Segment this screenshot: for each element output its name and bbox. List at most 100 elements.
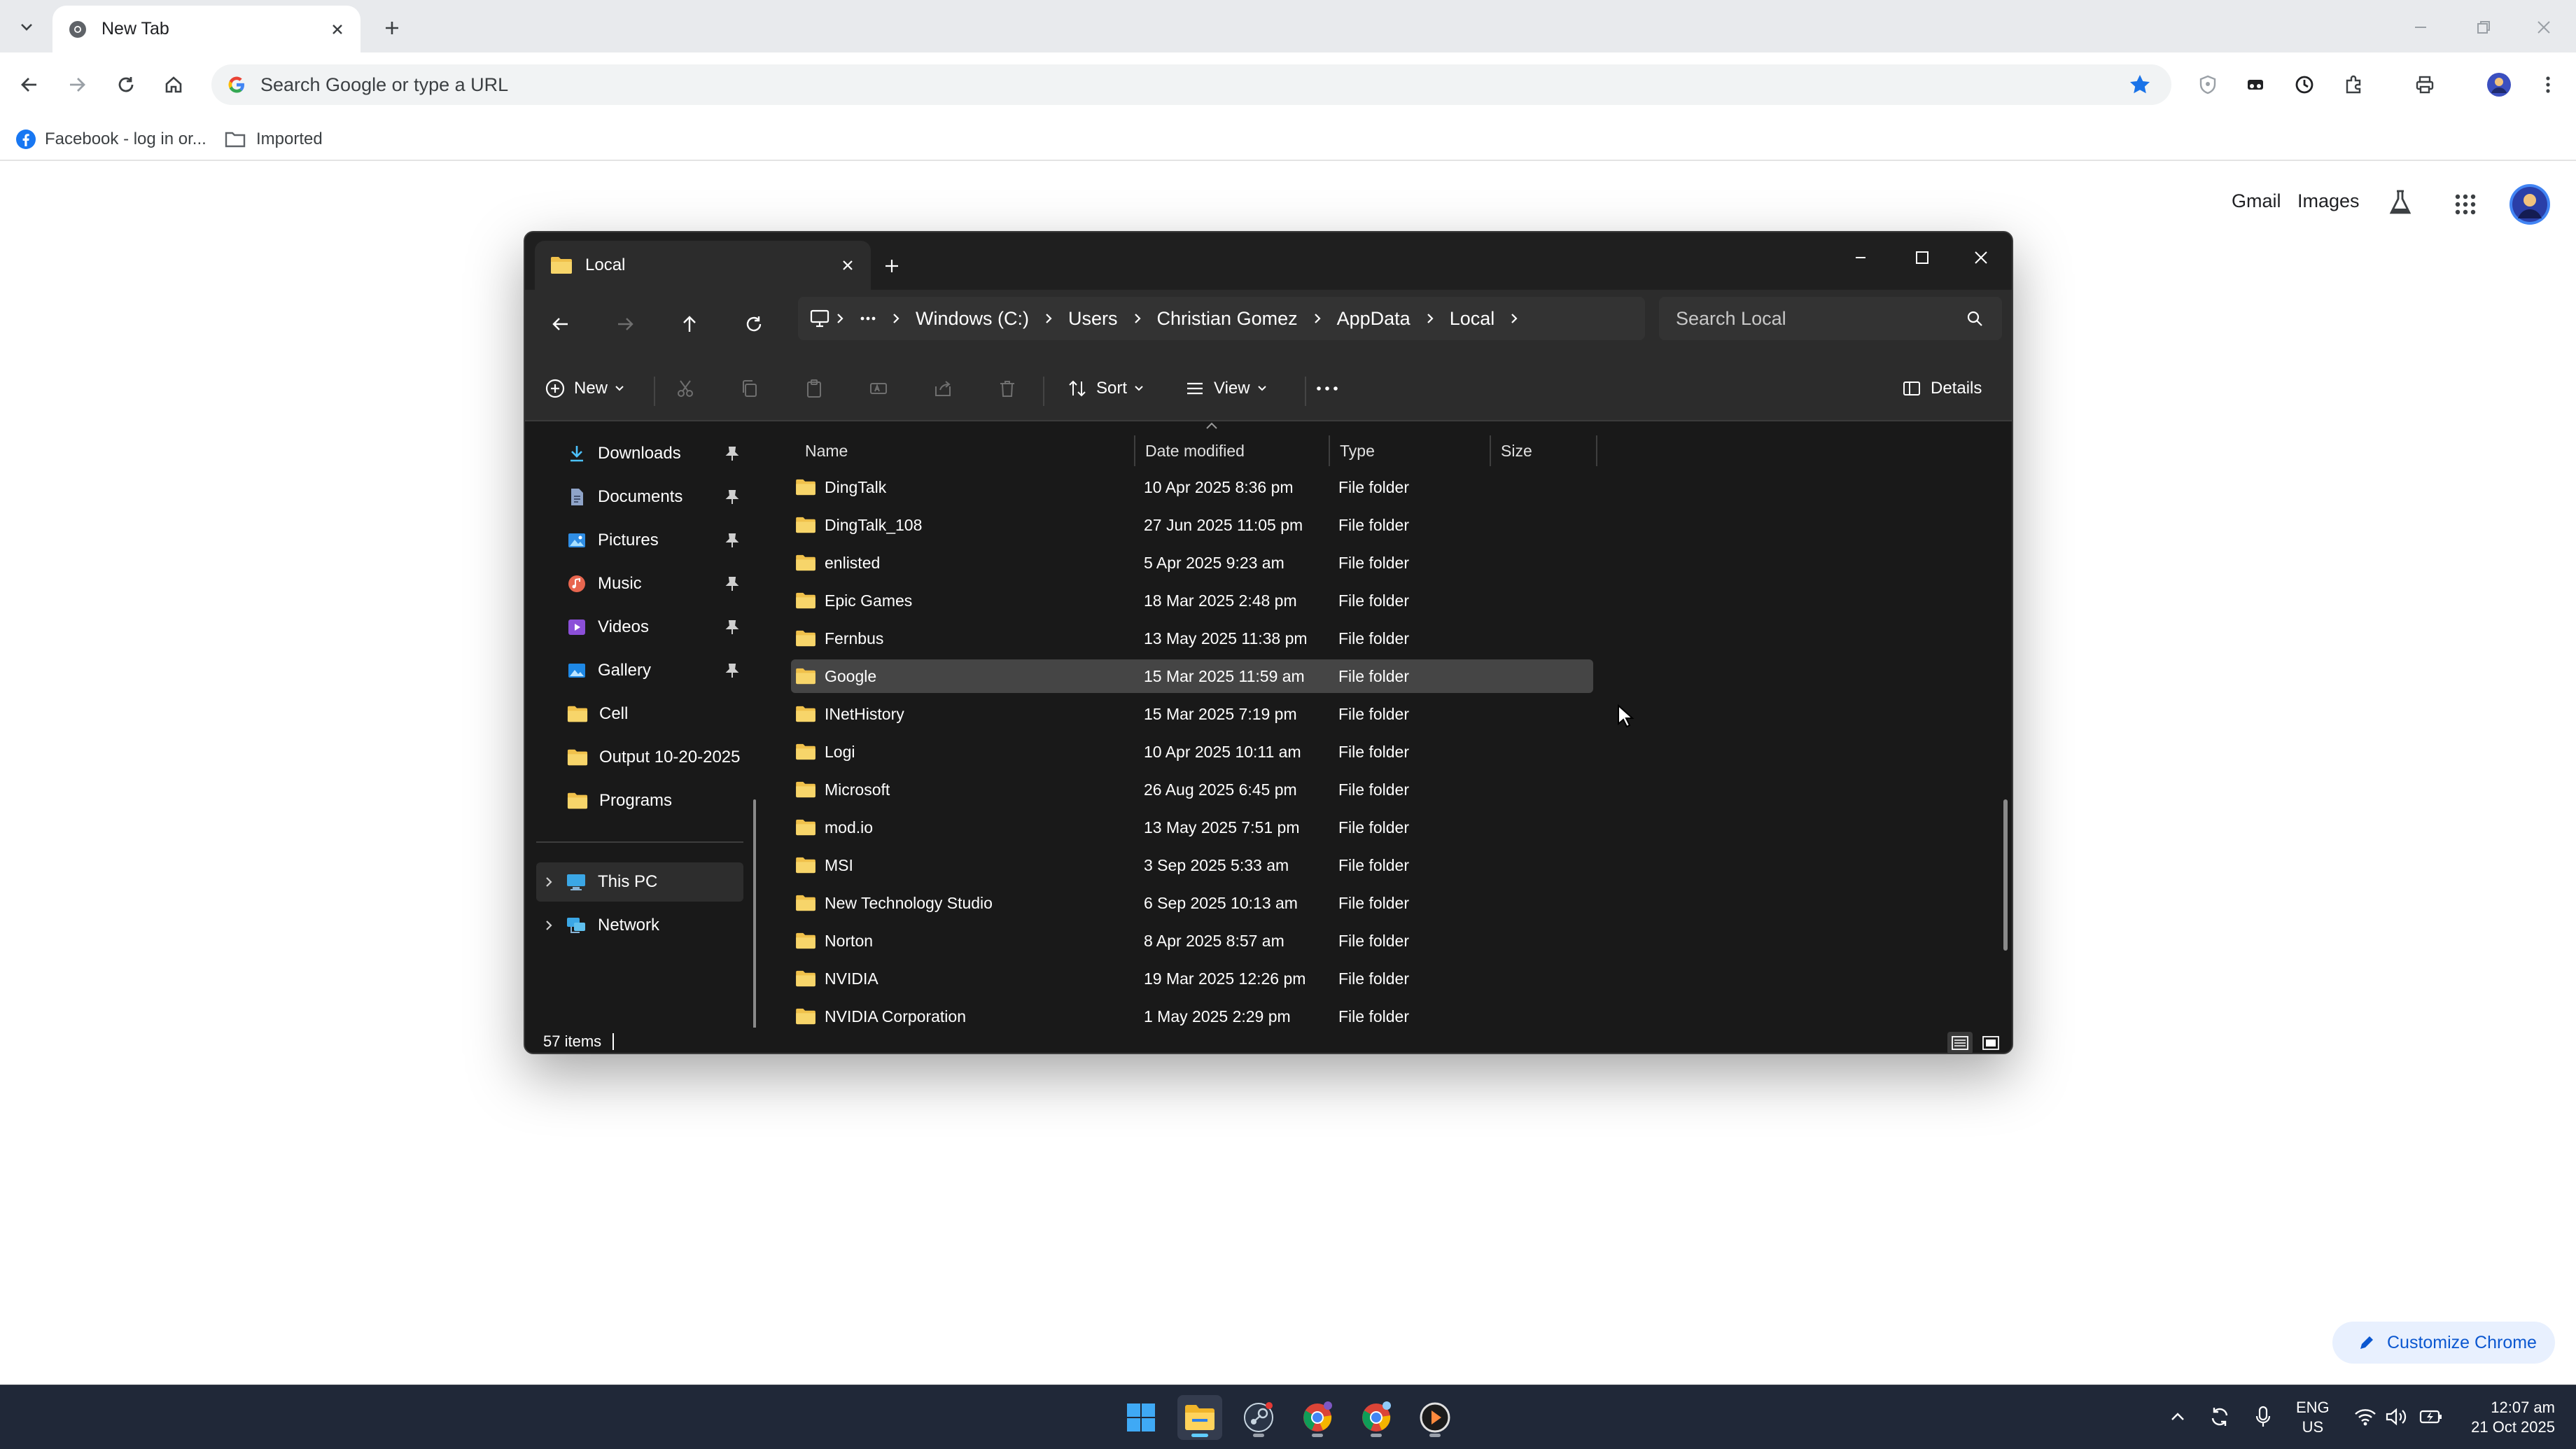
start-button[interactable] (1119, 1395, 1163, 1440)
back-button[interactable] (13, 68, 46, 102)
home-button[interactable] (157, 68, 190, 102)
battery-tray-icon[interactable] (2414, 1399, 2449, 1434)
explorer-back-button[interactable] (543, 307, 578, 342)
breadcrumb-appdata[interactable]: AppData (1327, 308, 1420, 330)
sort-button[interactable]: Sort (1067, 371, 1144, 406)
file-row[interactable]: New Technology Studio 6 Sep 2025 10:13 a… (791, 886, 1593, 920)
tab-search-button[interactable] (10, 13, 43, 41)
new-button[interactable]: New (545, 371, 624, 406)
explorer-up-button[interactable] (672, 307, 707, 342)
minimize-button[interactable] (2400, 13, 2442, 42)
bookmark-star-icon[interactable] (2128, 73, 2152, 97)
explorer-tab-local[interactable]: Local (535, 241, 871, 290)
close-tab-icon[interactable] (840, 258, 855, 273)
file-row[interactable]: Logi 10 Apr 2025 10:11 am File folder (791, 735, 1593, 769)
bookmark-folder-imported[interactable]: Imported (224, 125, 323, 153)
images-link[interactable]: Images (2297, 190, 2360, 212)
breadcrumb-user[interactable]: Christian Gomez (1147, 308, 1308, 330)
restore-button[interactable] (2463, 13, 2505, 42)
cut-button[interactable] (675, 371, 696, 406)
close-window-button[interactable] (2523, 13, 2565, 42)
pin-icon[interactable] (725, 446, 739, 461)
sidebar-item-downloads[interactable]: Downloads (536, 434, 743, 473)
breadcrumb-overflow[interactable] (850, 315, 886, 322)
file-row[interactable]: NVIDIA 19 Mar 2025 12:26 pm File folder (791, 962, 1593, 995)
explorer-minimize-button[interactable] (1833, 237, 1889, 279)
file-row[interactable]: DingTalk 10 Apr 2025 8:36 pm File folder (791, 470, 1593, 504)
sync-tray-icon[interactable] (2202, 1399, 2237, 1434)
file-row[interactable]: Fernbus 13 May 2025 11:38 pm File folder (791, 622, 1593, 655)
delete-button[interactable] (997, 371, 1018, 406)
extension-history-button[interactable] (2288, 68, 2321, 102)
chevron-right-icon[interactable] (543, 918, 554, 932)
taskbar-chrome-profile[interactable] (1354, 1395, 1399, 1440)
view-button[interactable]: View (1184, 371, 1267, 406)
pin-icon[interactable] (725, 620, 739, 635)
labs-flask-icon[interactable] (2388, 189, 2412, 216)
share-button[interactable] (932, 371, 953, 406)
sidebar-item-pictures[interactable]: Pictures (536, 521, 743, 560)
explorer-close-button[interactable] (1953, 237, 2009, 279)
apps-grid-icon[interactable] (2454, 193, 2477, 216)
sidebar-item-output[interactable]: Output 10-20-2025 (536, 738, 743, 777)
explorer-refresh-button[interactable] (736, 307, 771, 342)
taskbar-media-player[interactable] (1413, 1395, 1457, 1440)
taskbar-chrome[interactable] (1295, 1395, 1340, 1440)
customize-chrome-button[interactable]: Customize Chrome (2332, 1322, 2555, 1364)
extensions-button[interactable] (2337, 68, 2370, 102)
sidebar-item-gallery[interactable]: Gallery (536, 651, 743, 690)
profile-avatar-button[interactable] (2482, 68, 2516, 102)
print-button[interactable] (2408, 68, 2442, 102)
file-row[interactable]: Norton 8 Apr 2025 8:57 am File folder (791, 924, 1593, 958)
system-clock[interactable]: 12:07 am 21 Oct 2025 (2457, 1398, 2555, 1437)
pin-icon[interactable] (725, 576, 739, 592)
file-row[interactable]: Microsoft 26 Aug 2025 6:45 pm File folde… (791, 773, 1593, 806)
column-header-size[interactable]: Size (1494, 435, 1592, 466)
forward-button[interactable] (60, 68, 94, 102)
gmail-link[interactable]: Gmail (2232, 190, 2281, 212)
breadcrumb-local[interactable]: Local (1440, 308, 1505, 330)
column-separator[interactable] (1596, 435, 1597, 466)
taskbar-steam[interactable] (1236, 1395, 1281, 1440)
pin-icon[interactable] (725, 533, 739, 548)
sidebar-item-this-pc[interactable]: This PC (536, 862, 743, 902)
file-row[interactable]: INetHistory 15 Mar 2025 7:19 pm File fol… (791, 697, 1593, 731)
chevron-right-icon[interactable] (543, 875, 554, 889)
breadcrumb-users[interactable]: Users (1058, 308, 1128, 330)
microphone-tray-icon[interactable] (2246, 1399, 2281, 1434)
column-separator[interactable] (1329, 435, 1330, 466)
sidebar-item-cell[interactable]: Cell (536, 694, 743, 734)
column-header-type[interactable]: Type (1333, 435, 1487, 466)
volume-tray-icon[interactable] (2379, 1399, 2414, 1434)
tab-new-tab[interactable]: New Tab (52, 6, 360, 52)
show-hidden-icons-button[interactable] (2160, 1399, 2195, 1434)
close-tab-icon[interactable] (330, 22, 345, 37)
breadcrumb-windows-c[interactable]: Windows (C:) (906, 308, 1039, 330)
file-row[interactable]: MSI 3 Sep 2025 5:33 am File folder (791, 848, 1593, 882)
extension-incognito-button[interactable] (2239, 68, 2272, 102)
sidebar-item-network[interactable]: Network (536, 906, 743, 945)
copy-button[interactable] (739, 371, 760, 406)
rename-button[interactable] (868, 371, 889, 406)
taskbar-file-explorer[interactable] (1177, 1395, 1222, 1440)
column-header-date[interactable]: Date modified (1138, 435, 1327, 466)
bookmark-facebook[interactable]: Facebook - log in or... (15, 125, 206, 153)
tiles-view-toggle[interactable] (1978, 1032, 2003, 1053)
explorer-search-box[interactable]: Search Local (1659, 297, 2002, 340)
reload-button[interactable] (109, 68, 143, 102)
pin-icon[interactable] (725, 663, 739, 678)
google-account-avatar-icon[interactable] (2509, 183, 2551, 225)
column-header-name[interactable]: Name (798, 435, 1148, 466)
extension-shield-button[interactable] (2191, 68, 2225, 102)
input-language-indicator[interactable]: ENG US (2296, 1398, 2330, 1437)
omnibox[interactable]: Search Google or type a URL (211, 64, 2171, 105)
column-separator[interactable] (1134, 435, 1135, 466)
details-view-toggle[interactable] (1947, 1032, 1973, 1053)
wifi-tray-icon[interactable] (2348, 1399, 2383, 1434)
file-list-scrollbar[interactable] (2003, 799, 2008, 951)
details-button[interactable]: Details (1901, 371, 1982, 406)
column-separator[interactable] (1490, 435, 1491, 466)
see-more-button[interactable] (1315, 371, 1340, 406)
paste-button[interactable] (804, 371, 825, 406)
sidebar-item-documents[interactable]: Documents (536, 477, 743, 517)
